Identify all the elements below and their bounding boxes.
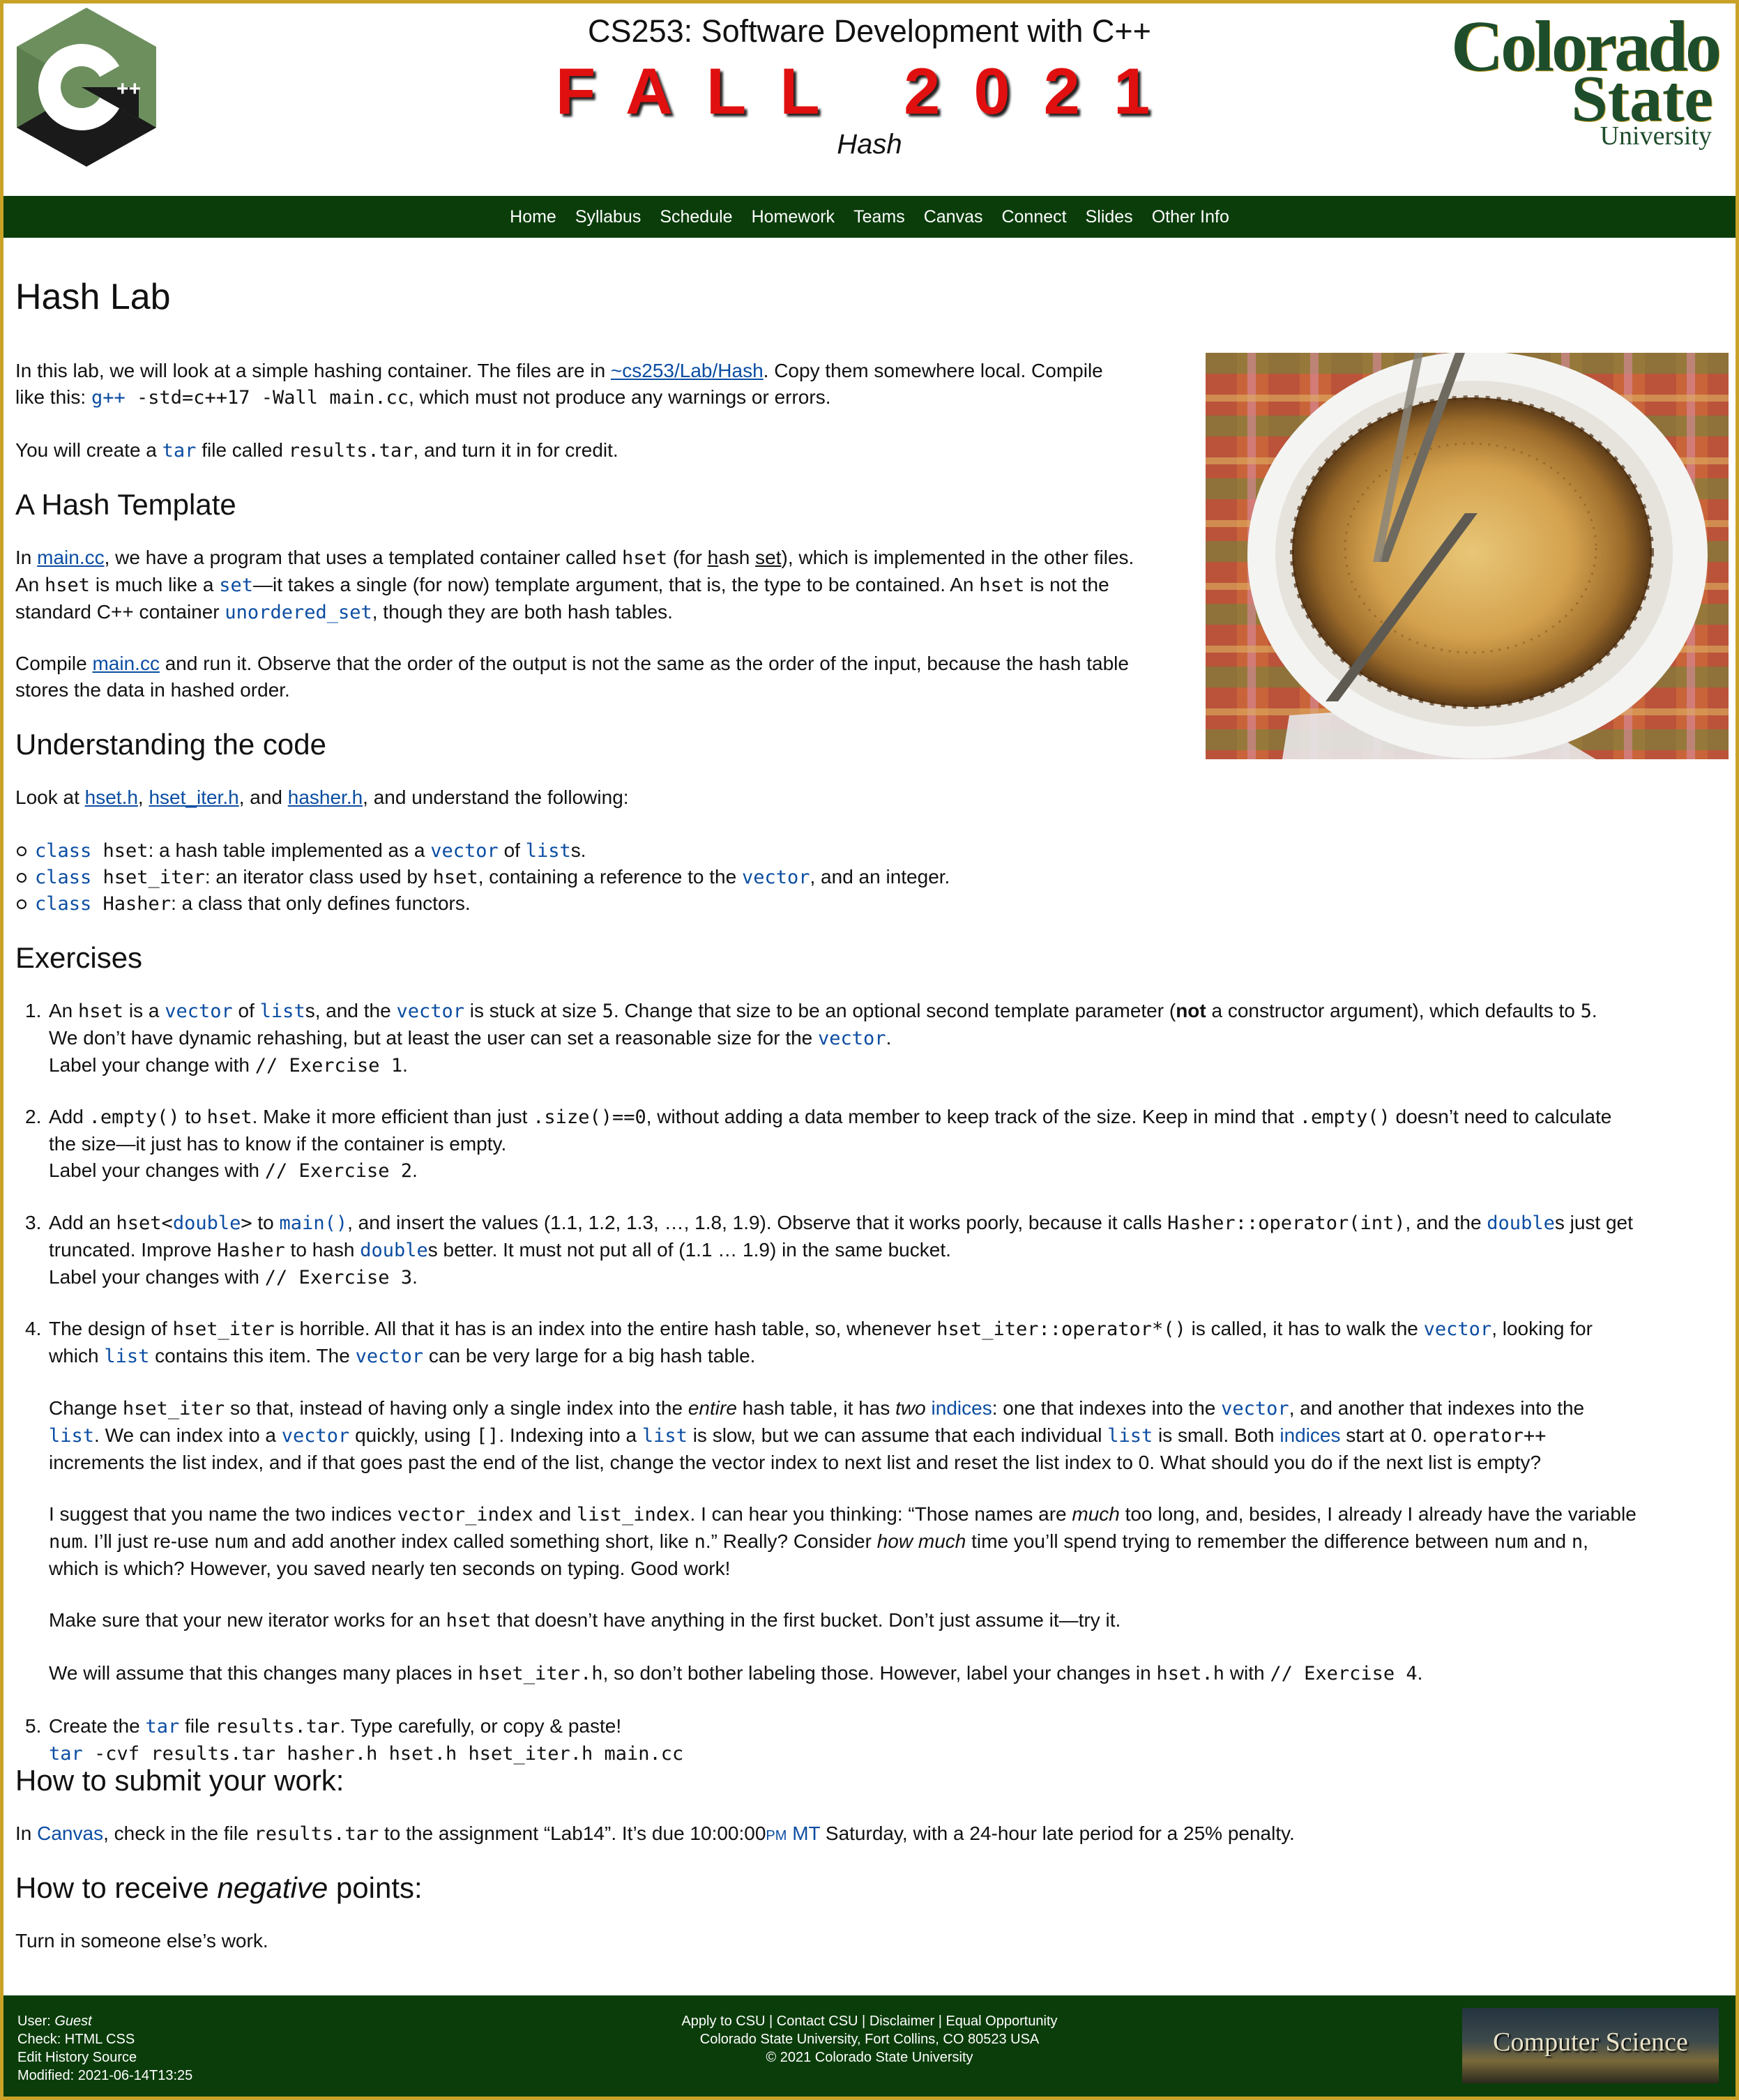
submit-paragraph: In Canvas, check in the file results.tar… <box>15 1823 1295 1845</box>
exercise-number: 2. <box>25 1106 42 1127</box>
main-content: Hash Lab In this lab, we will look at a … <box>15 238 1731 1995</box>
exercise-3: 3. Add an hset<double> to main(), and in… <box>25 1210 1729 1291</box>
negative-paragraph: Turn in someone else’s work. <box>15 1930 268 1951</box>
heading-exercises: Exercises <box>15 941 143 974</box>
main-cc-link[interactable]: main.cc <box>37 547 104 568</box>
nav-other-info[interactable]: Other Info <box>1152 207 1229 227</box>
csu-logo-line3: University <box>1600 121 1712 151</box>
hasher-h-link[interactable]: hasher.h <box>288 786 363 808</box>
exercise-number: 1. <box>25 1000 42 1021</box>
class-list: class hset: a hash table implemented as … <box>15 837 950 917</box>
main-nav: Home Syllabus Schedule Homework Teams Ca… <box>3 196 1736 238</box>
hset-h-link[interactable]: hset.h <box>85 786 138 808</box>
lab-files-link[interactable]: ~cs253/Lab/Hash <box>611 360 764 381</box>
heading-submit: How to submit your work: <box>15 1764 344 1797</box>
tar-note: You will create a tar file called result… <box>15 439 618 462</box>
intro-paragraph: In this lab, we will look at a simple ha… <box>15 360 1103 409</box>
nav-schedule[interactable]: Schedule <box>660 207 732 227</box>
csu-logo[interactable]: Colorado State University <box>1426 10 1726 151</box>
exercise-1: 1. An hset is a vector of lists, and the… <box>25 998 1729 1079</box>
list-item: class Hasher: a class that only defines … <box>15 890 950 917</box>
gpp-link[interactable]: g++ <box>91 387 126 409</box>
hset-iter-h-link[interactable]: hset_iter.h <box>149 786 238 808</box>
page-title: Hash Lab <box>15 277 171 317</box>
nav-home[interactable]: Home <box>510 207 556 227</box>
indices-link[interactable]: indices <box>932 1397 992 1419</box>
page-frame: ++ CS253: Software Development with C++ … <box>3 3 1736 2097</box>
nav-slides[interactable]: Slides <box>1086 207 1133 227</box>
set-link[interactable]: set <box>219 575 253 596</box>
exercise-number: 5. <box>25 1715 42 1737</box>
exercise-number: 3. <box>25 1212 42 1233</box>
page-header: ++ CS253: Software Development with C++ … <box>3 3 1736 196</box>
exercise-4-paragraph-5: We will assume that this changes many pl… <box>49 1662 1423 1684</box>
nav-homework[interactable]: Homework <box>752 207 835 227</box>
nav-teams[interactable]: Teams <box>853 207 905 227</box>
nav-connect[interactable]: Connect <box>1001 207 1066 227</box>
exercise-4-paragraph-3: I suggest that you name the two indices … <box>49 1503 1637 1579</box>
unordered-set-link[interactable]: unordered_set <box>225 602 372 623</box>
footer-modified: Modified: 2021-06-14T13:25 <box>17 2068 193 2083</box>
exercise-4-paragraph-4: Make sure that your new iterator works f… <box>49 1609 1121 1631</box>
exercise-number: 4. <box>25 1318 42 1339</box>
page-footer: User: Guest Check: HTML CSS Edit History… <box>3 1995 1736 2097</box>
template-paragraph: In main.cc, we have a program that uses … <box>15 547 1134 623</box>
exercise-5: 5. Create the tar file results.tar. Type… <box>25 1713 1729 1767</box>
exercise-4: 4. The design of hset_iter is horrible. … <box>25 1316 1729 1370</box>
canvas-link[interactable]: Canvas <box>37 1823 103 1844</box>
heading-hash-template: A Hash Template <box>15 488 236 521</box>
tar-link[interactable]: tar <box>162 440 197 462</box>
computer-science-logo[interactable]: Computer Science <box>1462 2008 1719 2083</box>
list-item: class hset_iter: an iterator class used … <box>15 864 950 890</box>
exercise-2: 2. Add .empty() to hset. Make it more ef… <box>25 1104 1729 1185</box>
nav-syllabus[interactable]: Syllabus <box>575 207 641 227</box>
hash-browns-photo <box>1206 353 1729 759</box>
heading-understanding: Understanding the code <box>15 728 326 761</box>
heading-negative: How to receive negative points: <box>15 1871 423 1904</box>
look-at-paragraph: Look at hset.h, hset_iter.h, and hasher.… <box>15 786 629 808</box>
compile-paragraph: Compile main.cc and run it. Observe that… <box>15 653 1129 701</box>
list-item: class hset: a hash table implemented as … <box>15 837 950 864</box>
indices-link-2[interactable]: indices <box>1279 1424 1340 1446</box>
exercise-4-paragraph-2: Change hset_iter so that, instead of hav… <box>49 1397 1585 1473</box>
nav-canvas[interactable]: Canvas <box>924 207 983 227</box>
main-cc-link-2[interactable]: main.cc <box>92 653 159 674</box>
